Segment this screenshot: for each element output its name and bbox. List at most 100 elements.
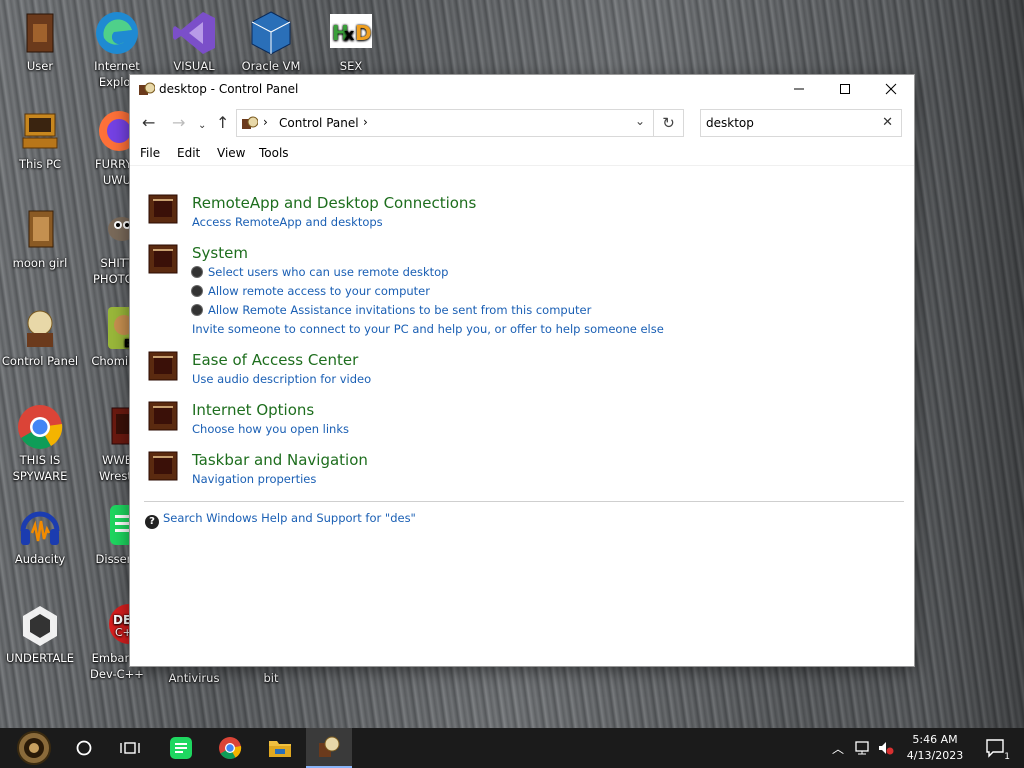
chrome-icon (219, 737, 242, 759)
chrome-icon (17, 404, 63, 450)
result-title[interactable]: System (192, 244, 248, 262)
up-arrow-icon[interactable]: ↑ (216, 115, 229, 131)
svg-text:D: D (355, 21, 372, 45)
show-hidden-icons-button[interactable]: ︿ (828, 728, 848, 768)
uac-shield-icon (192, 305, 202, 315)
desktop-icon-visual-studio[interactable]: VISUAL (154, 10, 234, 74)
back-arrow-icon[interactable]: ← (142, 115, 155, 131)
taskbar-app-control-panel[interactable] (306, 728, 352, 768)
desktop-icon-audacity[interactable]: Audacity (0, 503, 80, 567)
remoteapp-icon (148, 194, 178, 224)
result-link[interactable]: Choose how you open links (192, 422, 349, 436)
navigation-bar: ← → ⌄ ↑ › Control Panel › ⌄ ↻ desktop ✕ (130, 103, 914, 143)
desktop-icon-this-pc[interactable]: This PC (0, 108, 80, 172)
close-button[interactable] (868, 75, 914, 103)
search-input-value: desktop (706, 116, 754, 130)
desktop-icon-bit[interactable]: bit (231, 670, 311, 686)
computer-icon (17, 108, 63, 154)
taskbar-app-notes[interactable] (160, 728, 202, 768)
result-title[interactable]: Internet Options (192, 401, 314, 419)
control-panel-icon (319, 736, 340, 757)
unity-icon (17, 602, 63, 648)
desktop-icon-sex[interactable]: HxD SEX (311, 10, 391, 74)
result-link[interactable]: Invite someone to connect to your PC and… (192, 322, 664, 336)
hxd-icon: HxD (328, 10, 374, 56)
result-link[interactable]: Navigation properties (192, 472, 316, 486)
search-input[interactable]: desktop ✕ (700, 109, 902, 137)
volume-button[interactable] (874, 728, 898, 768)
result-shielded-link[interactable]: Select users who can use remote desktop (192, 265, 448, 279)
taskbar-app-chrome[interactable] (208, 728, 252, 768)
notification-center-button[interactable]: 1 (978, 728, 1014, 768)
start-button[interactable] (8, 728, 60, 768)
control-panel-small-icon (139, 82, 156, 99)
visual-studio-icon (171, 10, 217, 56)
control-panel-window: desktop - Control Panel ← → ⌄ ↑ › Contro… (130, 75, 914, 666)
ease-of-access-icon (148, 351, 178, 381)
clock[interactable]: 5:46 AM 4/13/2023 (900, 728, 970, 768)
network-button[interactable] (850, 728, 874, 768)
edge-icon (94, 10, 140, 56)
clear-search-icon[interactable]: ✕ (882, 115, 893, 130)
refresh-icon: ↻ (662, 114, 675, 132)
address-dropdown-icon[interactable]: ⌄ (635, 114, 645, 128)
breadcrumb-separator-icon[interactable]: › (263, 115, 268, 129)
recent-locations-chevron-icon[interactable]: ⌄ (198, 118, 206, 134)
result-link[interactable]: Use audio description for video (192, 372, 371, 386)
window-title: desktop - Control Panel (159, 82, 299, 96)
address-bar[interactable]: › Control Panel › ⌄ (236, 109, 654, 137)
menu-edit[interactable]: Edit (177, 146, 200, 160)
audacity-icon (17, 503, 63, 549)
menu-file[interactable]: File (140, 146, 160, 160)
taskbar-app-file-explorer[interactable] (258, 728, 302, 768)
task-view-icon (120, 742, 140, 754)
notes-icon (170, 737, 192, 759)
clock-time: 5:46 AM (912, 733, 958, 746)
desktop-icon-user[interactable]: User (0, 10, 80, 74)
breadcrumb-control-panel[interactable]: Control Panel (279, 116, 359, 130)
uac-shield-icon (192, 267, 202, 277)
control-panel-location-icon (242, 116, 259, 133)
svg-text:x: x (344, 25, 355, 44)
maximize-icon (840, 84, 850, 94)
result-title[interactable]: Ease of Access Center (192, 351, 358, 369)
taskbar-navigation-icon (148, 451, 178, 481)
refresh-button[interactable]: ↻ (654, 109, 684, 137)
forward-arrow-icon[interactable]: → (172, 115, 185, 131)
desktop-icon-undertale[interactable]: UNDERTALE (0, 602, 80, 666)
help-question-icon: ? (145, 515, 159, 529)
result-title[interactable]: RemoteApp and Desktop Connections (192, 194, 476, 212)
result-link[interactable]: Access RemoteApp and desktops (192, 215, 383, 229)
result-title[interactable]: Taskbar and Navigation (192, 451, 368, 469)
desktop-icon-control-panel[interactable]: Control Panel (0, 305, 80, 369)
minimize-button[interactable] (776, 75, 822, 103)
internet-options-icon (148, 401, 178, 431)
task-view-button[interactable] (110, 728, 150, 768)
system-icon (148, 244, 178, 274)
menu-tools[interactable]: Tools (259, 146, 289, 160)
start-logo-icon (17, 731, 51, 765)
folder-icon (269, 741, 291, 757)
control-panel-icon (17, 305, 63, 351)
taskbar: ︿ 5:46 AM 4/13/2023 1 (0, 728, 1024, 768)
menu-view[interactable]: View (217, 146, 245, 160)
desktop-icon-antivirus[interactable]: Antivirus (154, 670, 234, 686)
result-shielded-link[interactable]: Allow Remote Assistance invitations to b… (192, 303, 591, 317)
user-folder-icon (17, 10, 63, 56)
chevron-up-icon: ︿ (831, 741, 844, 756)
folder-icon (17, 207, 63, 253)
title-bar[interactable]: desktop - Control Panel (130, 75, 914, 103)
uac-shield-icon (192, 286, 202, 296)
close-icon (885, 83, 897, 95)
desktop-icon-moon-girl[interactable]: moon girl (0, 207, 80, 271)
volume-muted-icon (879, 742, 894, 755)
desktop-icon-chrome[interactable]: THIS IS SPYWARE (0, 404, 80, 484)
minimize-icon (794, 88, 804, 90)
clock-date: 4/13/2023 (906, 749, 964, 762)
search-button[interactable] (64, 728, 104, 768)
help-search-link[interactable]: ? Search Windows Help and Support for "de… (145, 511, 416, 529)
desktop-icon-oracle-vm[interactable]: Oracle VM (231, 10, 311, 74)
maximize-button[interactable] (822, 75, 868, 103)
breadcrumb-chevron-icon[interactable]: › (363, 115, 368, 129)
result-shielded-link[interactable]: Allow remote access to your computer (192, 284, 430, 298)
